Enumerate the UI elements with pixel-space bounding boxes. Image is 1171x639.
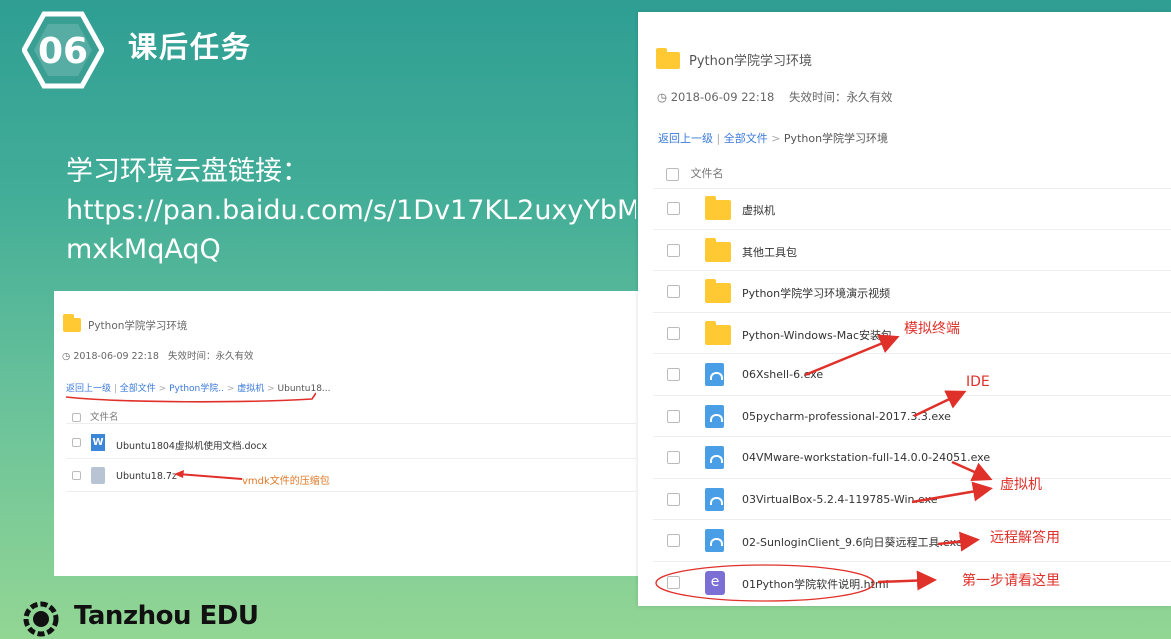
note-ide: IDE (966, 374, 990, 390)
arrow-ide (913, 390, 967, 418)
note-vm: 虚拟机 (1000, 477, 1042, 493)
arrow-remote (937, 531, 980, 552)
tanzhou-logo-text: Tanzhou EDU (74, 601, 259, 631)
note-terminal: 模拟终端 (904, 321, 960, 337)
arrow-first (877, 570, 937, 591)
highlight-circle (655, 564, 875, 602)
arrow-terminal (804, 334, 900, 377)
note-remote: 远程解答用 (990, 530, 1060, 546)
arrow-vm-1 (951, 460, 993, 482)
arrow-vm-2 (911, 481, 993, 504)
note-first-step: 第一步请看这里 (962, 573, 1060, 589)
tanzhou-logo-icon (23, 601, 59, 637)
